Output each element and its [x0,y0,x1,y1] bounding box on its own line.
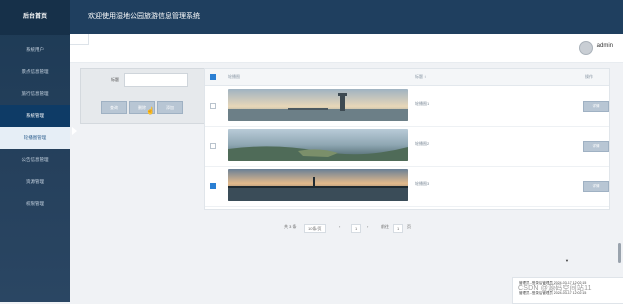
page-size-select[interactable]: 10条/页 [304,224,326,233]
detail-button[interactable]: 详情 [583,141,609,152]
page-size-value[interactable]: 10条/页 [304,224,326,233]
watermark: CSDN @源码空间站11 [518,285,592,292]
goto-unit: 页 [407,224,411,229]
row-checkbox[interactable] [210,183,216,189]
page-title: 欢迎使用湿地公园旅游信息管理系统 [88,13,200,20]
sidebar-item-system-management[interactable]: 系统管理 [0,105,70,127]
sidebar-item-travel-info[interactable]: 旅行信息管理 [0,83,70,105]
table-row: 轮播图3 详情 [205,166,609,207]
table-header: 轮播图 标题 ↕ 操作 [205,69,609,86]
scroll-down-icon[interactable]: ▼ [565,258,569,263]
pager-current[interactable]: 1 [351,224,362,233]
page-number[interactable]: 1 [351,224,362,233]
detail-button[interactable]: 详情 [583,181,609,192]
sidebar-item-system-users[interactable]: 系统用户 [0,39,70,61]
user-bar: admin [70,34,623,63]
top-header: 欢迎使用湿地公园旅游信息管理系统 [70,0,623,34]
scrollbar[interactable] [618,243,621,263]
column-header-actions: 操作 [585,74,593,79]
carousel-image-wetland [228,129,408,161]
carousel-table: 轮播图 标题 ↕ 操作 轮播图1 详情 轮播图2 详情 轮播图3 详情 [204,68,610,210]
sidebar: 后台首页 系统用户 景点信息管理 旅行信息管理 系统管理 轮播图管理 公告信息管… [0,0,70,302]
column-header-title[interactable]: 标题 ↕ [415,74,426,80]
detail-button[interactable]: 详情 [583,101,609,112]
username[interactable]: admin [597,43,613,49]
row-title: 轮播图1 [415,101,430,106]
tab-corner[interactable] [70,34,89,45]
row-checkbox[interactable] [210,143,216,149]
sidebar-title[interactable]: 后台首页 [0,0,70,35]
goto-label: 前往 [381,224,389,229]
row-checkbox[interactable] [210,103,216,109]
mouse-cursor-icon: ☝ [146,108,155,115]
pager-prev-button[interactable]: ‹ [339,224,340,232]
search-input[interactable] [124,73,188,87]
search-label: 标题 [111,77,119,82]
goto-value[interactable]: 1 [393,224,404,233]
sidebar-item-resources[interactable]: 资源管理 [0,171,70,193]
active-arrow-icon [72,127,77,135]
pager-next-button[interactable]: › [367,224,368,232]
search-panel: 标题 查询 删除 添加 [80,68,205,124]
row-title: 轮播图3 [415,181,430,186]
sidebar-item-carousel[interactable]: 轮播图管理 [0,127,70,149]
select-all-checkbox[interactable] [210,74,216,80]
goto-input[interactable]: 1 [393,224,404,233]
carousel-image-bridge [228,169,408,201]
sidebar-item-scenic-info[interactable]: 景点信息管理 [0,61,70,83]
avatar[interactable] [579,41,593,55]
query-button[interactable]: 查询 [101,101,127,114]
sidebar-item-permissions[interactable]: 权限管理 [0,193,70,215]
sidebar-item-notices[interactable]: 公告信息管理 [0,149,70,171]
pager-total: 共 3 条 [284,224,297,229]
table-row: 轮播图1 详情 [205,86,609,127]
row-title: 轮播图2 [415,141,430,146]
column-header-image: 轮播图 [228,74,240,79]
carousel-image-lighthouse [228,89,408,121]
table-row: 轮播图2 详情 [205,126,609,167]
add-button[interactable]: 添加 [157,101,183,114]
